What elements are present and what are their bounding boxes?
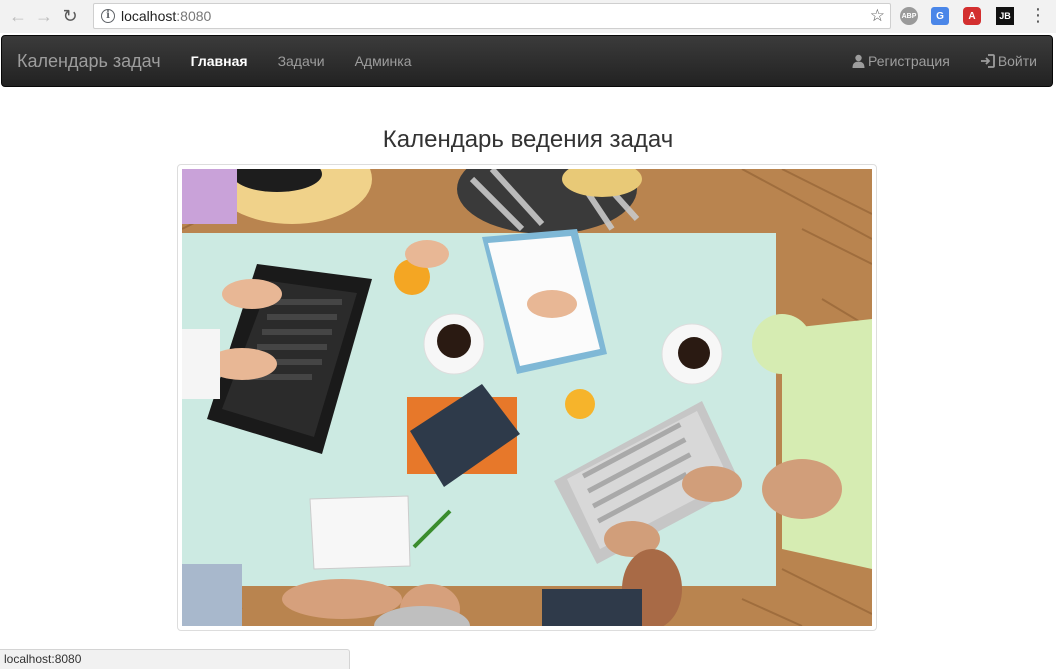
angular-extension-icon[interactable]: A (963, 7, 981, 25)
page-title: Календарь ведения задач (382, 126, 674, 153)
navbar: Календарь задач Главная Задачи Админка Р… (1, 35, 1053, 87)
reload-icon[interactable]: ↻ (57, 4, 83, 30)
log-in-icon (980, 54, 995, 68)
translate-extension-icon[interactable]: G (931, 7, 949, 25)
url-text[interactable]: localhost:8080 (121, 8, 211, 24)
nav-link-home[interactable]: Главная (191, 53, 248, 69)
browser-toolbar: ← → ↻ i localhost:8080 ☆ ABP G A JB ⋮ (0, 0, 1056, 33)
register-label: Регистрация (867, 53, 950, 69)
address-bar[interactable]: i localhost:8080 ☆ (93, 3, 891, 29)
bookmark-star-icon[interactable]: ☆ (870, 6, 885, 26)
register-link[interactable]: Регистрация (852, 53, 950, 69)
team-meeting-photo (182, 169, 872, 626)
navbar-brand[interactable]: Календарь задач (17, 51, 161, 72)
nav-link-admin[interactable]: Админка (355, 53, 412, 69)
navbar-right: Регистрация Войти (852, 36, 1052, 86)
back-arrow-icon[interactable]: ← (5, 4, 31, 30)
jetbrains-extension-icon[interactable]: JB (996, 7, 1014, 25)
adblock-extension-icon[interactable]: ABP (900, 7, 918, 25)
browser-menu-icon[interactable]: ⋮ (1029, 5, 1047, 25)
status-bar: localhost:8080 (0, 649, 350, 669)
nav-link-tasks[interactable]: Задачи (278, 53, 325, 69)
login-label: Войти (997, 53, 1037, 69)
info-icon[interactable]: i (101, 9, 115, 23)
image-thumbnail (177, 164, 877, 631)
login-link[interactable]: Войти (980, 53, 1037, 69)
user-icon (852, 54, 865, 68)
forward-arrow-icon[interactable]: → (31, 4, 57, 30)
